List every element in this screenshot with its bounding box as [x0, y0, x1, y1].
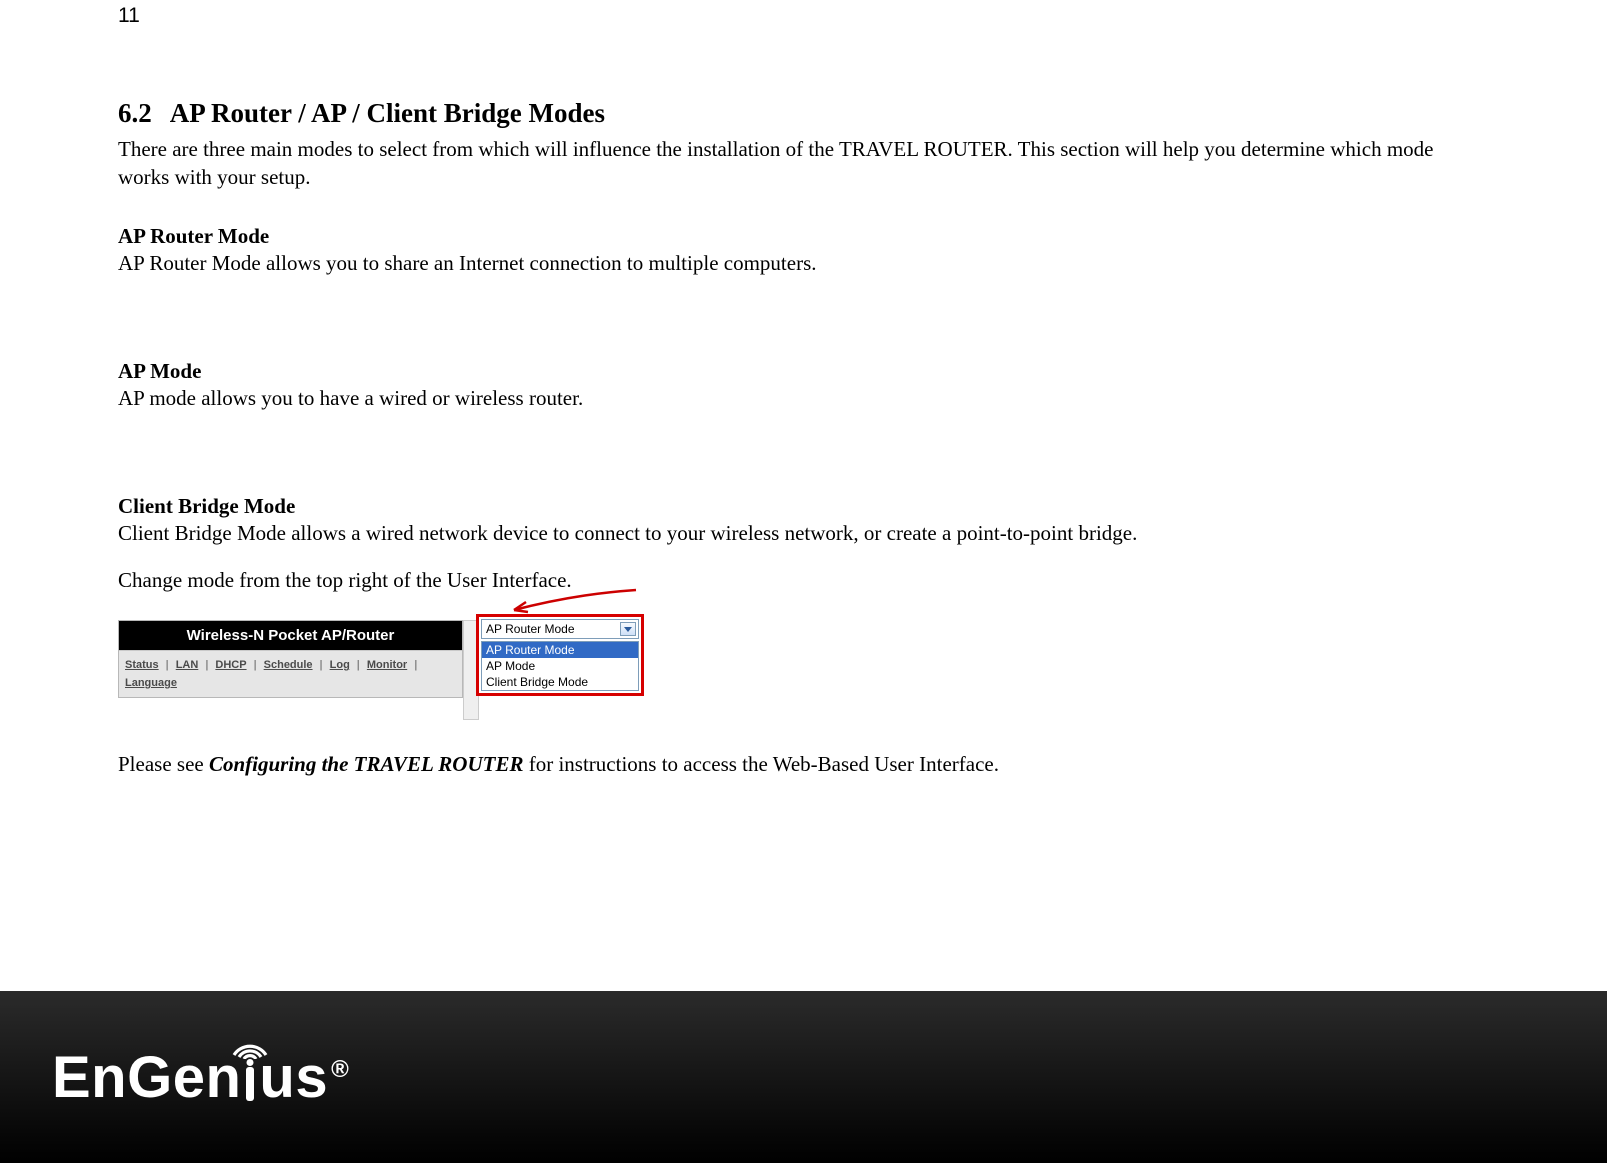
ui-figure: Wireless-N Pocket AP/Router Status | LAN |… — [118, 606, 668, 726]
heading-number: 6.2 — [118, 98, 152, 129]
footnote-pre: Please see — [118, 752, 209, 776]
router-ui-panel: Wireless-N Pocket AP/Router Status | LAN |… — [118, 620, 463, 698]
nav-sep: | — [166, 659, 169, 671]
page-number: 11 — [118, 4, 1478, 28]
nav-sep: | — [320, 659, 323, 671]
nav-sep: | — [414, 659, 417, 671]
registered-mark: ® — [331, 1056, 349, 1084]
mode-select[interactable]: AP Router Mode — [481, 619, 639, 639]
spacer — [118, 548, 1478, 566]
content-area: 11 6.2 AP Router / AP / Client Bridge Mod… — [118, 4, 1478, 777]
nav-link-language[interactable]: Language — [125, 677, 177, 689]
nav-link-lan[interactable]: LAN — [176, 659, 199, 671]
change-mode-hint: Change mode from the top right of the Us… — [118, 566, 1478, 594]
mode-option-list: AP Router Mode AP Mode Client Bridge Mod… — [481, 641, 639, 691]
ap-mode-body: AP mode allows you to have a wired or wi… — [118, 384, 1478, 412]
ap-mode-heading: AP Mode — [118, 359, 1478, 384]
mode-select-value: AP Router Mode — [486, 622, 575, 636]
nav-sep: | — [205, 659, 208, 671]
mode-option-ap[interactable]: AP Mode — [482, 658, 638, 674]
footnote-post: for instructions to access the Web-Based… — [523, 752, 999, 776]
nav-link-dhcp[interactable]: DHCP — [215, 659, 246, 671]
nav-sep: | — [357, 659, 360, 671]
section-heading: 6.2 AP Router / AP / Client Bridge Modes — [118, 98, 1478, 129]
brand-logo: EnGen us ® — [52, 1044, 349, 1111]
ap-router-mode-body: AP Router Mode allows you to share an In… — [118, 249, 1478, 277]
nav-link-status[interactable]: Status — [125, 659, 159, 671]
heading-title: AP Router / AP / Client Bridge Modes — [170, 98, 605, 128]
router-ui-nav: Status | LAN | DHCP | Schedule | Log | Monito… — [119, 650, 462, 697]
document-page: 11 6.2 AP Router / AP / Client Bridge Mod… — [0, 0, 1607, 1163]
spacer — [118, 277, 1478, 327]
mode-option-client-bridge[interactable]: Client Bridge Mode — [482, 674, 638, 690]
footnote-link: Configuring the TRAVEL ROUTER — [209, 752, 524, 776]
footnote: Please see Configuring the TRAVEL ROUTER… — [118, 752, 1478, 777]
intro-paragraph: There are three main modes to select fro… — [118, 135, 1478, 192]
nav-link-schedule[interactable]: Schedule — [264, 659, 313, 671]
nav-link-log[interactable]: Log — [330, 659, 350, 671]
router-ui-title: Wireless-N Pocket AP/Router — [119, 621, 462, 650]
chevron-down-icon[interactable] — [620, 622, 636, 636]
wifi-icon — [241, 1063, 259, 1102]
client-bridge-mode-body: Client Bridge Mode allows a wired networ… — [118, 519, 1478, 547]
nav-link-monitor[interactable]: Monitor — [367, 659, 407, 671]
mode-dropdown-area: AP Router Mode AP Router Mode AP Mode Cl… — [476, 614, 644, 696]
nav-sep: | — [254, 659, 257, 671]
mode-option-ap-router[interactable]: AP Router Mode — [482, 642, 638, 658]
client-bridge-mode-heading: Client Bridge Mode — [118, 494, 1478, 519]
ap-router-mode-heading: AP Router Mode — [118, 224, 1478, 249]
brand-footer: EnGen us ® — [0, 991, 1607, 1163]
brand-name-prefix: EnGen — [52, 1044, 241, 1111]
spacer — [118, 412, 1478, 462]
